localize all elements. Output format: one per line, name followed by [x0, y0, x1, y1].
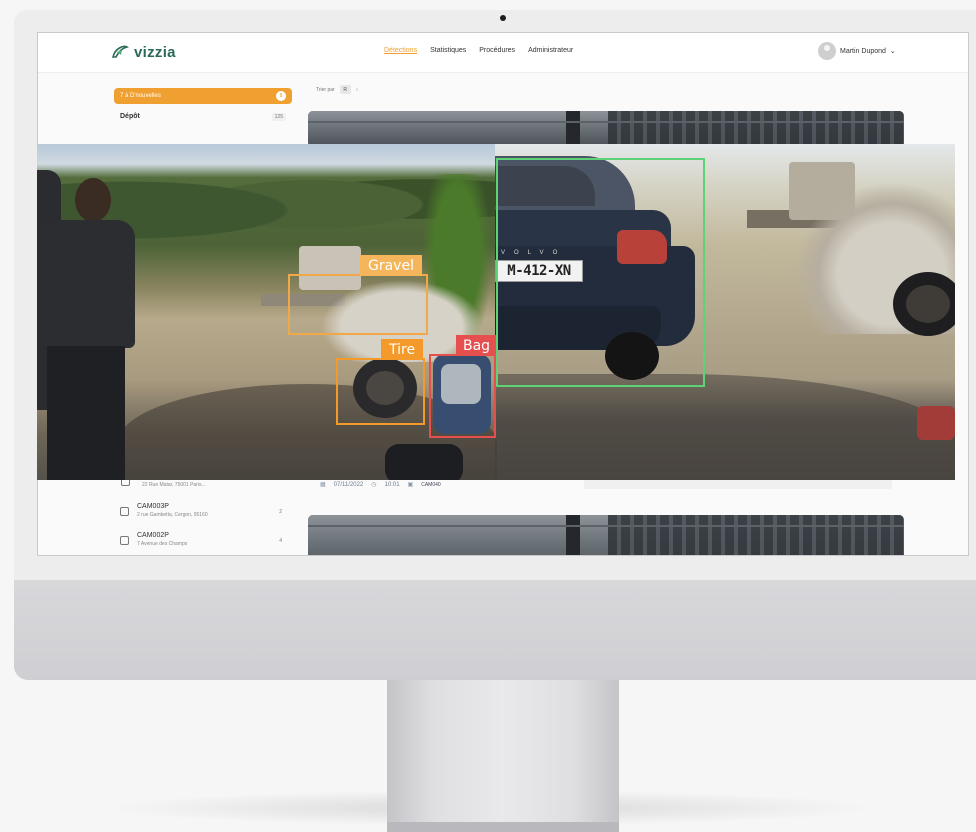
- person-legs: [47, 346, 125, 480]
- camera-address: 2 rue Gambetta, Cergon, 95160: [137, 512, 208, 518]
- nav-administrateur[interactable]: Administrateur: [528, 47, 573, 54]
- camera-count: 2: [279, 509, 282, 515]
- camera-icon: ▣: [407, 482, 414, 488]
- detection-card-image-1[interactable]: [308, 111, 904, 147]
- list-item[interactable]: CAM002P 7 Avenue des Champs 4: [114, 532, 292, 555]
- detection-box-tire: Tire: [336, 339, 425, 425]
- meta-bar: [584, 479, 892, 489]
- detection-box-car: [496, 158, 705, 387]
- sort-select[interactable]: R: [339, 85, 351, 94]
- depot-label: Dépôt: [120, 113, 140, 120]
- camera-name: CAM002P: [137, 532, 169, 539]
- sort-label: Trier par: [316, 86, 335, 93]
- card-image-wire: [308, 121, 904, 123]
- detection-label-tire: Tire: [381, 339, 424, 360]
- filter-pill-label: 7 à D'nouvelles: [120, 93, 161, 99]
- camera-tag: CAM040: [421, 481, 441, 488]
- detection-photo: VOLVO M-412-XN Gravel Tire Bag: [37, 144, 955, 480]
- person: [39, 178, 137, 480]
- user-menu[interactable]: Martin Dupond ⌄: [818, 42, 896, 60]
- card-image-wire: [308, 525, 904, 527]
- imac-chin: [14, 580, 976, 680]
- list-item[interactable]: CAM003P 2 rue Gambetta, Cergon, 95160 2: [114, 503, 292, 529]
- depot-row[interactable]: Dépôt 125: [114, 113, 292, 121]
- camera-name: CAM003P: [137, 503, 169, 510]
- logo-text: vizzia: [134, 43, 176, 61]
- nav-procedures[interactable]: Procédures: [479, 47, 515, 54]
- imac-stand: [387, 680, 619, 832]
- checkbox[interactable]: [120, 536, 129, 545]
- chevron-down-icon: ⌄: [889, 48, 896, 55]
- detection-time: 10:01: [384, 481, 400, 488]
- webcam: [500, 15, 506, 21]
- imac-stand-foot: [387, 822, 619, 832]
- sort-arrow-icon[interactable]: ↕: [356, 87, 359, 93]
- person-torso: [39, 220, 135, 348]
- detection-box-gravel: Gravel: [288, 255, 428, 335]
- calendar-icon: ▦: [320, 482, 326, 488]
- sidebar: 7 à D'nouvelles 8 Dépôt 125: [114, 88, 292, 121]
- camera-address: 7 Avenue des Champs: [137, 541, 188, 547]
- nav-statistiques[interactable]: Statistiques: [430, 47, 466, 54]
- checkbox[interactable]: [120, 507, 129, 516]
- tire: [893, 272, 955, 336]
- top-nav-bar: vizzia Détections Statistiques Procédure…: [38, 33, 968, 73]
- card-image-pole: [566, 515, 580, 555]
- detection-box-bag: Bag: [429, 335, 498, 438]
- filter-pill-count: 8: [276, 91, 286, 101]
- trash-bag-dark: [385, 444, 463, 480]
- detection-card-image-2[interactable]: [308, 515, 904, 555]
- card-image-pole: [566, 111, 580, 147]
- detection-meta: ▦ 07/11/2022 ◷ 10:01 ▣ CAM040: [320, 481, 441, 489]
- avatar: [818, 42, 836, 60]
- filter-pill[interactable]: 7 à D'nouvelles 8: [114, 88, 292, 104]
- camera-address: 22 Rue Matar, 75001 Paris...: [142, 482, 206, 488]
- camera-count: 4: [279, 538, 282, 544]
- card-image-trees: [608, 111, 904, 147]
- person-head: [75, 178, 111, 222]
- detection-date: 07/11/2022: [333, 481, 364, 488]
- app-logo[interactable]: vizzia: [110, 41, 176, 63]
- user-name: Martin Dupond: [840, 47, 886, 55]
- card-image-trees: [608, 515, 904, 555]
- main-nav: Détections Statistiques Procédures Admin…: [384, 47, 573, 54]
- clock-icon: ◷: [371, 482, 377, 488]
- detection-label-bag: Bag: [456, 335, 498, 356]
- logo-icon: [112, 45, 129, 58]
- nav-detections[interactable]: Détections: [384, 47, 417, 54]
- depot-count: 125: [271, 113, 286, 121]
- shoe: [917, 406, 955, 440]
- sort-control: Trier par R ↕: [316, 85, 358, 94]
- detection-label-gravel: Gravel: [360, 255, 422, 276]
